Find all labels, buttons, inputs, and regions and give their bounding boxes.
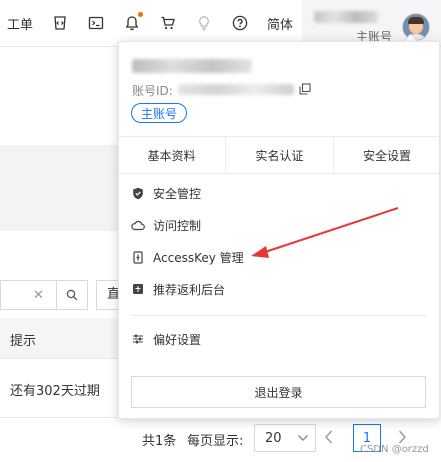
tab-label: 实名认证 (255, 148, 304, 163)
menu-item-label: 访问控制 (153, 218, 202, 233)
menu-item-label: AccessKey 管理 (153, 250, 244, 265)
key-icon (133, 250, 143, 264)
tab-real-name[interactable]: 实名认证 (226, 137, 333, 173)
tab-security-settings[interactable]: 安全设置 (334, 137, 440, 173)
account-tabs: 基本资料 实名认证 安全设置 (118, 136, 440, 174)
sliders-icon (133, 334, 143, 344)
account-name-redacted (132, 59, 252, 73)
chevron-right-icon[interactable] (397, 429, 407, 445)
gift-icon (133, 284, 143, 294)
cart-button[interactable] (156, 0, 180, 46)
account-id-label: 账号ID: (132, 84, 173, 98)
menu-item-label: 偏好设置 (153, 332, 202, 347)
pagination-total: 共1条 (142, 434, 177, 449)
background-banner (0, 145, 122, 231)
page-size-value: 20 (265, 431, 282, 446)
user-menu-trigger[interactable]: 主账号 (302, 0, 441, 46)
logout-label: 退出登录 (254, 385, 303, 400)
menu-divider (131, 315, 427, 316)
language-label: 简体 (266, 17, 293, 33)
page-size-select[interactable]: 20 (254, 424, 316, 452)
shield-icon (133, 187, 143, 199)
table-header: 提示 (0, 318, 122, 359)
menu-item-access-control[interactable]: 访问控制 (131, 215, 201, 235)
table-row: 还有302天过期 (0, 359, 122, 418)
page-size-label: 每页显示: (187, 434, 244, 449)
notification-dot (138, 12, 143, 17)
terminal-button[interactable] (84, 0, 108, 46)
username-redacted (314, 11, 378, 23)
tab-label: 安全设置 (362, 148, 411, 163)
menu-item-security-control[interactable]: 安全管控 (131, 183, 201, 203)
chevron-down-icon (298, 435, 308, 441)
notifications-button[interactable] (120, 0, 144, 46)
ticket-link[interactable]: 工单 (5, 0, 35, 46)
column-header-hint: 提示 (10, 334, 37, 349)
language-switch[interactable]: 简体 (264, 0, 296, 46)
main-account-tag: 主账号 (131, 103, 188, 123)
account-id-redacted (178, 84, 294, 95)
copy-icon[interactable] (299, 83, 311, 95)
tab-label: 基本资料 (147, 148, 196, 163)
menu-item-referral-rebate[interactable]: 推荐返利后台 (131, 279, 225, 299)
cart-icon (161, 16, 175, 30)
logout-button[interactable]: 退出登录 (131, 376, 426, 408)
search-button[interactable] (56, 280, 88, 310)
ideas-button[interactable] (192, 0, 216, 46)
code-icon (54, 16, 66, 30)
clear-icon[interactable]: ✕ (33, 288, 44, 303)
hint-cell: 还有302天过期 (10, 384, 100, 399)
help-button[interactable] (228, 0, 252, 46)
help-icon (232, 15, 248, 31)
menu-item-preferences[interactable]: 偏好设置 (131, 329, 201, 349)
bell-icon (125, 16, 139, 31)
lightbulb-icon (199, 16, 209, 31)
ticket-label: 工单 (6, 17, 33, 33)
menu-item-label: 推荐返利后台 (153, 282, 226, 297)
cloud-icon (131, 220, 145, 230)
top-bar: 工单 简体 主账号 (0, 0, 441, 47)
menu-item-label: 安全管控 (153, 186, 202, 201)
watermark: CSDN @orzzd (360, 444, 429, 455)
tab-basic-info[interactable]: 基本资料 (118, 137, 225, 173)
search-icon (66, 289, 78, 301)
chevron-left-icon[interactable] (324, 429, 334, 445)
menu-item-accesskey-management[interactable]: AccessKey 管理 (131, 247, 244, 267)
code-button[interactable] (48, 0, 72, 46)
terminal-icon (88, 16, 104, 30)
